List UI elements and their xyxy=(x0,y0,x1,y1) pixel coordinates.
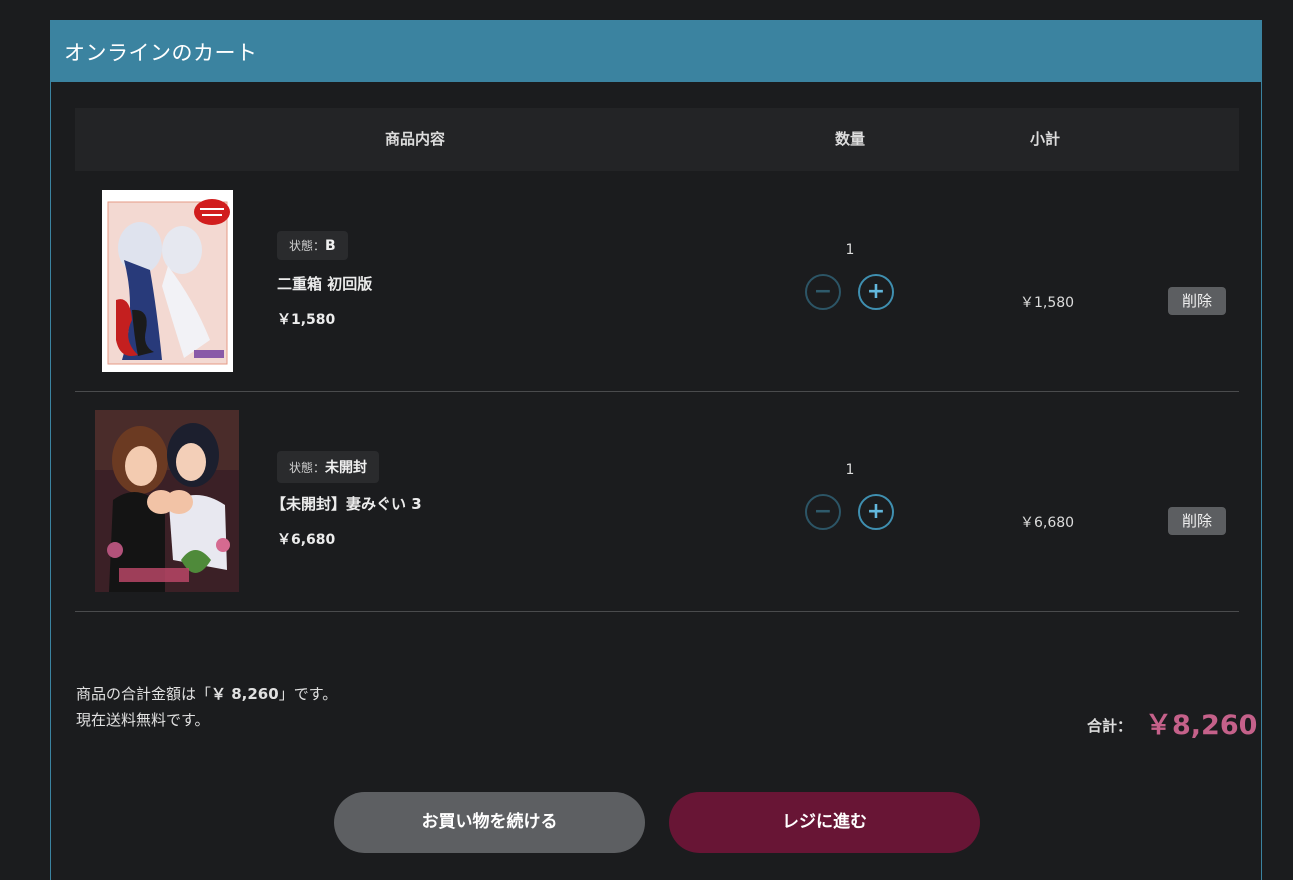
summary-total-line: 商品の合計金額は「￥ 8,260」です。 xyxy=(76,681,337,707)
product-image[interactable] xyxy=(95,410,239,592)
delete-button[interactable]: 削除 xyxy=(1168,507,1226,535)
header-item: 商品内容 xyxy=(384,130,445,148)
quantity-value: 1 xyxy=(845,462,855,478)
total-label: 合計： xyxy=(1087,717,1133,735)
row-subtotal: ￥6,680 xyxy=(1020,515,1075,531)
header-subtotal: 小計 xyxy=(1029,130,1060,148)
order-summary: 商品の合計金額は「￥ 8,260」です。 現在送料無料です。 xyxy=(76,681,337,733)
plus-circle-icon: + xyxy=(866,499,886,524)
minus-circle-icon: − xyxy=(813,279,833,304)
product-price: ￥6,680 xyxy=(277,532,336,548)
condition-badge: 状態：B xyxy=(277,231,348,260)
delete-button[interactable]: 削除 xyxy=(1168,287,1226,315)
increase-quantity-button[interactable]: + xyxy=(858,274,894,310)
shipping-note: 現在送料無料です。 xyxy=(76,711,210,729)
table-header: 商品内容 数量 小計 xyxy=(75,108,1239,171)
condition-value: 未開封 xyxy=(325,460,368,476)
summary-text: 商品の合計金額は「 xyxy=(76,685,212,703)
row-subtotal: ￥1,580 xyxy=(1020,295,1075,311)
summary-text-end: 」です。 xyxy=(278,685,338,703)
product-name[interactable]: 二重箱 初回版 xyxy=(277,273,372,294)
condition-label: 状態： xyxy=(289,461,326,475)
continue-shopping-button[interactable]: お買い物を続ける xyxy=(334,792,645,853)
minus-circle-icon: − xyxy=(813,499,833,524)
decrease-quantity-button[interactable]: − xyxy=(805,494,841,530)
condition-label: 状態： xyxy=(289,239,326,253)
product-name[interactable]: 【未開封】妻みぐい 3 xyxy=(271,493,422,514)
quantity-value: 1 xyxy=(845,242,855,258)
total-value: ￥8,260 xyxy=(1145,710,1258,741)
product-image[interactable] xyxy=(102,190,233,372)
cart-panel: オンラインのカート 商品内容 数量 小計 状態：B 二重箱 初回版 ￥1,580… xyxy=(50,20,1262,880)
condition-value: B xyxy=(325,238,336,254)
cart-row: 状態：B 二重箱 初回版 ￥1,580 1 − + ￥1,580 削除 xyxy=(75,171,1239,392)
checkout-button[interactable]: レジに進む xyxy=(669,792,980,853)
cart-row: 状態：未開封 【未開封】妻みぐい 3 ￥6,680 1 − + ￥6,680 削… xyxy=(75,391,1239,612)
header-qty: 数量 xyxy=(834,130,865,148)
panel-title: オンラインのカート xyxy=(51,21,1261,82)
plus-circle-icon: + xyxy=(866,279,886,304)
condition-badge: 状態：未開封 xyxy=(277,451,380,483)
increase-quantity-button[interactable]: + xyxy=(858,494,894,530)
product-price: ￥1,580 xyxy=(277,312,336,328)
decrease-quantity-button[interactable]: − xyxy=(805,274,841,310)
summary-amount: ￥ 8,260 xyxy=(211,685,279,703)
